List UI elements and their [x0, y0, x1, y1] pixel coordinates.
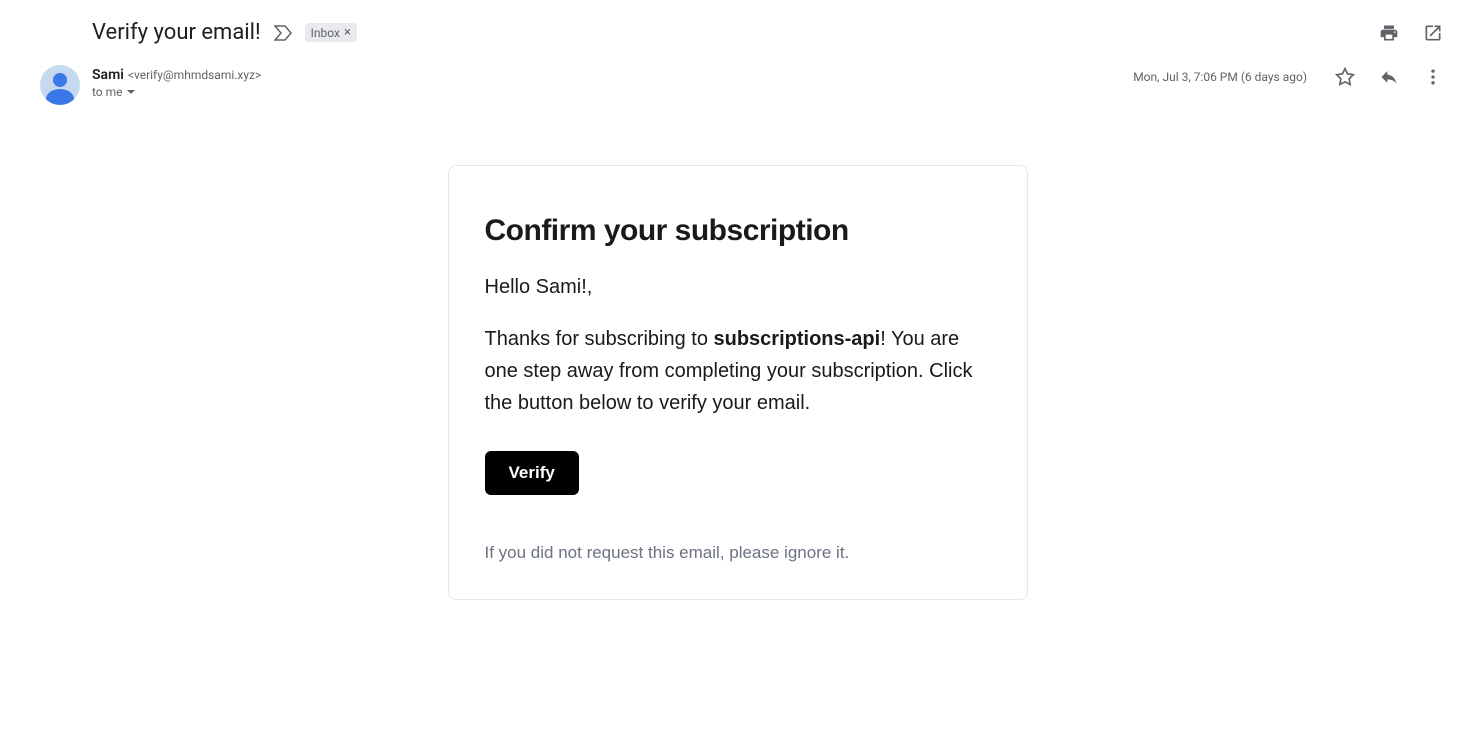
body-prefix: Thanks for subscribing to — [485, 328, 714, 350]
body-text: Thanks for subscribing to subscriptions-… — [485, 323, 991, 419]
recipient-text: to me — [92, 85, 123, 99]
inbox-label-chip[interactable]: Inbox × — [305, 23, 357, 42]
sender-avatar[interactable] — [40, 65, 80, 105]
sender-info: Sami <verify@mhmdsami.xyz> to me — [92, 65, 1133, 99]
star-icon[interactable] — [1335, 67, 1355, 87]
more-options-icon[interactable] — [1423, 67, 1443, 87]
timestamp: Mon, Jul 3, 7:06 PM (6 days ago) — [1133, 70, 1307, 84]
sender-email: <verify@mhmdsami.xyz> — [128, 68, 261, 82]
sender-name: Sami — [92, 67, 124, 83]
recipient-dropdown[interactable]: to me — [92, 85, 1133, 99]
email-header: Verify your email! Inbox × — [20, 20, 1455, 45]
label-text: Inbox — [311, 26, 340, 40]
email-body-wrap: Confirm your subscription Hello Sami!, T… — [20, 165, 1455, 600]
body-bold: subscriptions-api — [714, 328, 881, 350]
email-subject: Verify your email! — [92, 20, 261, 45]
important-marker-icon[interactable] — [273, 23, 293, 43]
label-remove-icon[interactable]: × — [344, 25, 351, 40]
verify-button[interactable]: Verify — [485, 451, 579, 495]
message-actions: Mon, Jul 3, 7:06 PM (6 days ago) — [1133, 65, 1443, 87]
print-icon[interactable] — [1379, 23, 1399, 43]
disclaimer-text: If you did not request this email, pleas… — [485, 543, 991, 563]
reply-icon[interactable] — [1379, 67, 1399, 87]
card-title: Confirm your subscription — [485, 214, 991, 248]
greeting-text: Hello Sami!, — [485, 276, 991, 299]
sender-row: Sami <verify@mhmdsami.xyz> to me Mon, Ju… — [20, 65, 1455, 105]
sender-line: Sami <verify@mhmdsami.xyz> — [92, 67, 1133, 83]
header-actions — [1379, 23, 1443, 43]
header-left: Verify your email! Inbox × — [92, 20, 357, 45]
chevron-down-icon — [127, 90, 135, 94]
open-new-window-icon[interactable] — [1423, 23, 1443, 43]
email-content-card: Confirm your subscription Hello Sami!, T… — [448, 165, 1028, 600]
